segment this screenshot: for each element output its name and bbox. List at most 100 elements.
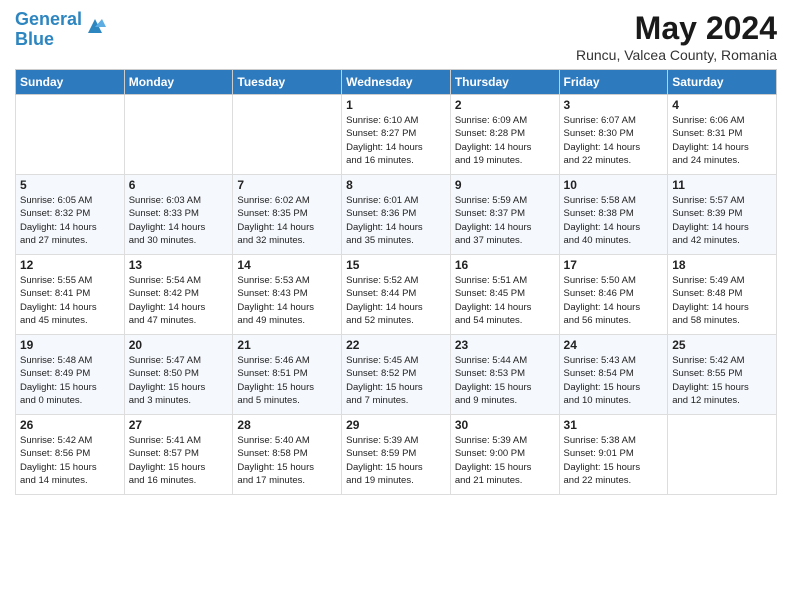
day-info: Sunrise: 5:40 AM Sunset: 8:58 PM Dayligh…: [237, 434, 337, 487]
day-number: 22: [346, 338, 446, 352]
day-info: Sunrise: 5:42 AM Sunset: 8:55 PM Dayligh…: [672, 354, 772, 407]
day-info: Sunrise: 5:57 AM Sunset: 8:39 PM Dayligh…: [672, 194, 772, 247]
calendar-cell: 28 Sunrise: 5:40 AM Sunset: 8:58 PM Dayli…: [233, 415, 342, 495]
calendar-cell: 29 Sunrise: 5:39 AM Sunset: 8:59 PM Dayli…: [342, 415, 451, 495]
day-number: 10: [564, 178, 664, 192]
day-number: 30: [455, 418, 555, 432]
header: General Blue May 2024 Runcu, Valcea Coun…: [15, 10, 777, 63]
day-info: Sunrise: 6:06 AM Sunset: 8:31 PM Dayligh…: [672, 114, 772, 167]
calendar-cell: 5 Sunrise: 6:05 AM Sunset: 8:32 PM Daylig…: [16, 175, 125, 255]
day-info: Sunrise: 5:44 AM Sunset: 8:53 PM Dayligh…: [455, 354, 555, 407]
day-info: Sunrise: 5:53 AM Sunset: 8:43 PM Dayligh…: [237, 274, 337, 327]
day-info: Sunrise: 5:51 AM Sunset: 8:45 PM Dayligh…: [455, 274, 555, 327]
day-number: 7: [237, 178, 337, 192]
day-number: 23: [455, 338, 555, 352]
col-header-tuesday: Tuesday: [233, 70, 342, 95]
calendar-cell: 20 Sunrise: 5:47 AM Sunset: 8:50 PM Dayli…: [124, 335, 233, 415]
calendar-week-row: 1Sunrise: 6:10 AM Sunset: 8:27 PM Daylig…: [16, 95, 777, 175]
logo: General Blue: [15, 10, 106, 50]
day-info: Sunrise: 5:39 AM Sunset: 8:59 PM Dayligh…: [346, 434, 446, 487]
day-info: Sunrise: 5:47 AM Sunset: 8:50 PM Dayligh…: [129, 354, 229, 407]
calendar-cell: 6 Sunrise: 6:03 AM Sunset: 8:33 PM Daylig…: [124, 175, 233, 255]
col-header-saturday: Saturday: [668, 70, 777, 95]
calendar-cell: 10 Sunrise: 5:58 AM Sunset: 8:38 PM Dayli…: [559, 175, 668, 255]
main-container: General Blue May 2024 Runcu, Valcea Coun…: [0, 0, 792, 505]
day-info: Sunrise: 5:43 AM Sunset: 8:54 PM Dayligh…: [564, 354, 664, 407]
calendar-cell: [124, 95, 233, 175]
calendar-cell: 17Sunrise: 5:50 AM Sunset: 8:46 PM Dayli…: [559, 255, 668, 335]
calendar-cell: 2 Sunrise: 6:09 AM Sunset: 8:28 PM Daylig…: [450, 95, 559, 175]
logo-icon: [84, 15, 106, 37]
day-number: 25: [672, 338, 772, 352]
day-info: Sunrise: 6:01 AM Sunset: 8:36 PM Dayligh…: [346, 194, 446, 247]
col-header-thursday: Thursday: [450, 70, 559, 95]
calendar-cell: 12 Sunrise: 5:55 AM Sunset: 8:41 PM Dayli…: [16, 255, 125, 335]
day-info: Sunrise: 6:09 AM Sunset: 8:28 PM Dayligh…: [455, 114, 555, 167]
day-number: 20: [129, 338, 229, 352]
calendar-cell: [668, 415, 777, 495]
calendar-cell: 31Sunrise: 5:38 AM Sunset: 9:01 PM Dayli…: [559, 415, 668, 495]
col-header-wednesday: Wednesday: [342, 70, 451, 95]
day-info: Sunrise: 5:39 AM Sunset: 9:00 PM Dayligh…: [455, 434, 555, 487]
day-info: Sunrise: 5:55 AM Sunset: 8:41 PM Dayligh…: [20, 274, 120, 327]
calendar-cell: 13Sunrise: 5:54 AM Sunset: 8:42 PM Dayli…: [124, 255, 233, 335]
logo-text: General Blue: [15, 10, 82, 50]
day-number: 16: [455, 258, 555, 272]
calendar-cell: 19 Sunrise: 5:48 AM Sunset: 8:49 PM Dayli…: [16, 335, 125, 415]
calendar-week-row: 19 Sunrise: 5:48 AM Sunset: 8:49 PM Dayli…: [16, 335, 777, 415]
calendar-cell: 23 Sunrise: 5:44 AM Sunset: 8:53 PM Dayli…: [450, 335, 559, 415]
day-number: 5: [20, 178, 120, 192]
day-info: Sunrise: 5:46 AM Sunset: 8:51 PM Dayligh…: [237, 354, 337, 407]
day-number: 11: [672, 178, 772, 192]
calendar-cell: 24 Sunrise: 5:43 AM Sunset: 8:54 PM Dayli…: [559, 335, 668, 415]
day-number: 14: [237, 258, 337, 272]
location-subtitle: Runcu, Valcea County, Romania: [576, 47, 777, 63]
day-info: Sunrise: 6:03 AM Sunset: 8:33 PM Dayligh…: [129, 194, 229, 247]
day-info: Sunrise: 5:48 AM Sunset: 8:49 PM Dayligh…: [20, 354, 120, 407]
day-number: 28: [237, 418, 337, 432]
calendar-cell: 26 Sunrise: 5:42 AM Sunset: 8:56 PM Dayli…: [16, 415, 125, 495]
calendar-cell: 18 Sunrise: 5:49 AM Sunset: 8:48 PM Dayli…: [668, 255, 777, 335]
calendar-cell: 7Sunrise: 6:02 AM Sunset: 8:35 PM Daylig…: [233, 175, 342, 255]
day-number: 18: [672, 258, 772, 272]
day-number: 21: [237, 338, 337, 352]
calendar-cell: 1Sunrise: 6:10 AM Sunset: 8:27 PM Daylig…: [342, 95, 451, 175]
day-info: Sunrise: 5:52 AM Sunset: 8:44 PM Dayligh…: [346, 274, 446, 327]
day-number: 9: [455, 178, 555, 192]
day-number: 19: [20, 338, 120, 352]
day-number: 2: [455, 98, 555, 112]
calendar-cell: 8Sunrise: 6:01 AM Sunset: 8:36 PM Daylig…: [342, 175, 451, 255]
day-info: Sunrise: 6:10 AM Sunset: 8:27 PM Dayligh…: [346, 114, 446, 167]
calendar-table: SundayMondayTuesdayWednesdayThursdayFrid…: [15, 69, 777, 495]
day-info: Sunrise: 5:58 AM Sunset: 8:38 PM Dayligh…: [564, 194, 664, 247]
day-info: Sunrise: 5:42 AM Sunset: 8:56 PM Dayligh…: [20, 434, 120, 487]
day-number: 6: [129, 178, 229, 192]
calendar-cell: 4 Sunrise: 6:06 AM Sunset: 8:31 PM Daylig…: [668, 95, 777, 175]
day-number: 27: [129, 418, 229, 432]
day-info: Sunrise: 6:05 AM Sunset: 8:32 PM Dayligh…: [20, 194, 120, 247]
col-header-monday: Monday: [124, 70, 233, 95]
day-info: Sunrise: 6:07 AM Sunset: 8:30 PM Dayligh…: [564, 114, 664, 167]
logo-line1: General: [15, 9, 82, 29]
day-number: 24: [564, 338, 664, 352]
day-number: 29: [346, 418, 446, 432]
col-header-sunday: Sunday: [16, 70, 125, 95]
calendar-cell: 15Sunrise: 5:52 AM Sunset: 8:44 PM Dayli…: [342, 255, 451, 335]
day-number: 13: [129, 258, 229, 272]
day-number: 12: [20, 258, 120, 272]
day-info: Sunrise: 5:59 AM Sunset: 8:37 PM Dayligh…: [455, 194, 555, 247]
day-info: Sunrise: 5:49 AM Sunset: 8:48 PM Dayligh…: [672, 274, 772, 327]
day-number: 4: [672, 98, 772, 112]
month-title: May 2024: [576, 10, 777, 47]
calendar-week-row: 5 Sunrise: 6:05 AM Sunset: 8:32 PM Daylig…: [16, 175, 777, 255]
calendar-cell: 25 Sunrise: 5:42 AM Sunset: 8:55 PM Dayli…: [668, 335, 777, 415]
title-block: May 2024 Runcu, Valcea County, Romania: [576, 10, 777, 63]
day-info: Sunrise: 5:38 AM Sunset: 9:01 PM Dayligh…: [564, 434, 664, 487]
calendar-cell: 22 Sunrise: 5:45 AM Sunset: 8:52 PM Dayli…: [342, 335, 451, 415]
calendar-cell: 14 Sunrise: 5:53 AM Sunset: 8:43 PM Dayli…: [233, 255, 342, 335]
calendar-cell: 16 Sunrise: 5:51 AM Sunset: 8:45 PM Dayli…: [450, 255, 559, 335]
calendar-cell: 30 Sunrise: 5:39 AM Sunset: 9:00 PM Dayli…: [450, 415, 559, 495]
day-info: Sunrise: 5:45 AM Sunset: 8:52 PM Dayligh…: [346, 354, 446, 407]
day-number: 26: [20, 418, 120, 432]
day-info: Sunrise: 5:50 AM Sunset: 8:46 PM Dayligh…: [564, 274, 664, 327]
